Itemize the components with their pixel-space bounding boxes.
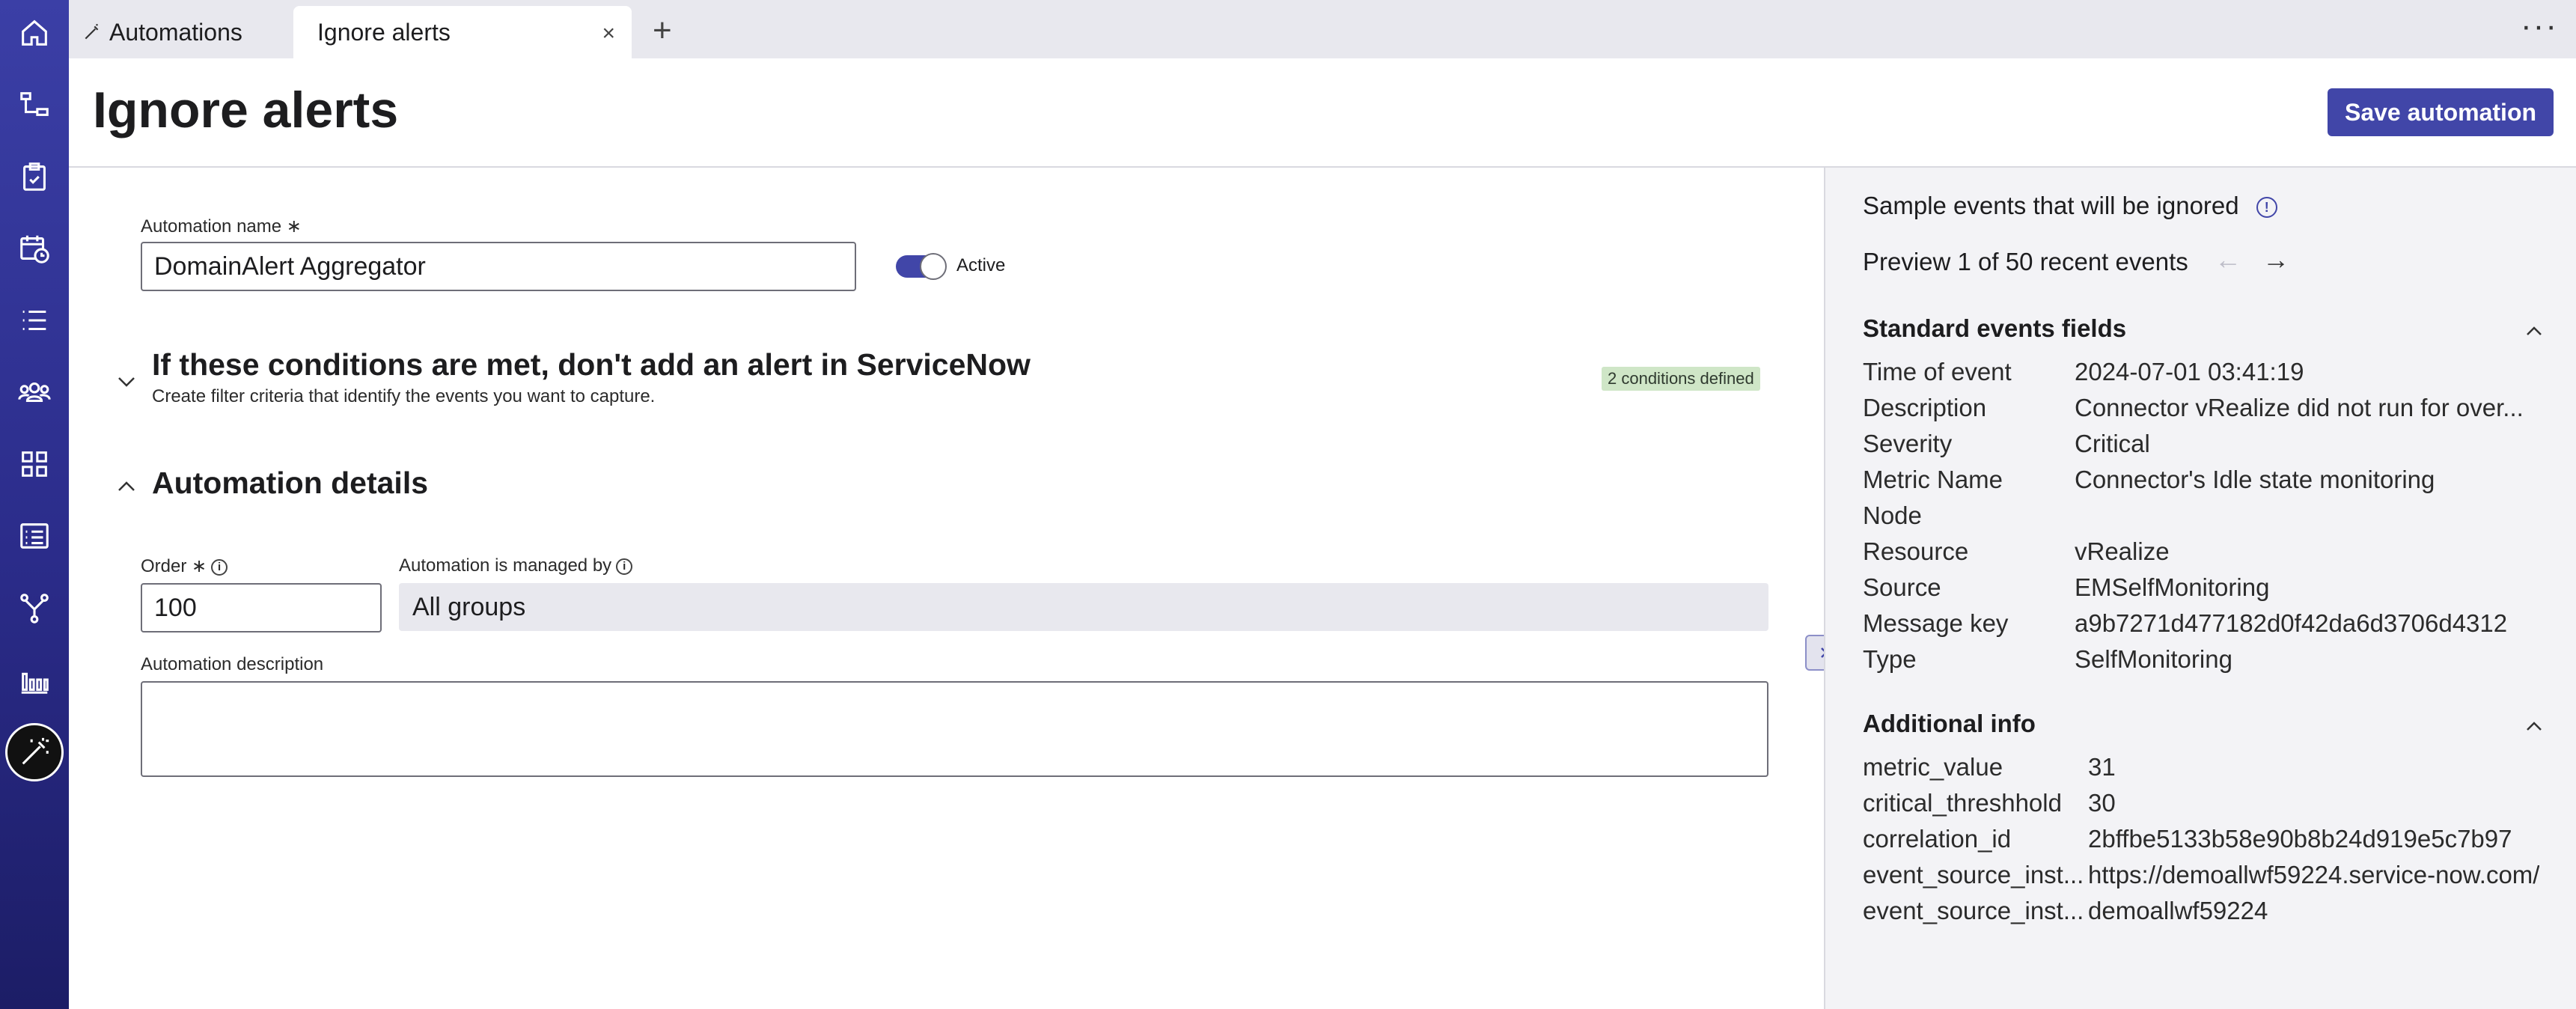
field-key: Message key bbox=[1863, 609, 2009, 637]
tab-automations[interactable]: Automations bbox=[82, 6, 242, 58]
info-icon[interactable]: i bbox=[211, 558, 228, 576]
field-value: vRealize bbox=[2075, 537, 2170, 565]
list-icon[interactable] bbox=[13, 299, 55, 341]
field-value: 31 bbox=[2088, 753, 2116, 781]
field-value: a9b7271d477182d0f42da6d3706d4312 bbox=[2075, 609, 2508, 637]
automation-details-title[interactable]: Automation details bbox=[152, 466, 428, 501]
page-title: Ignore alerts bbox=[93, 82, 399, 138]
field-value: 2024-07-01 03:41:19 bbox=[2075, 358, 2304, 385]
home-icon[interactable] bbox=[13, 12, 55, 54]
field-key: Source bbox=[1863, 573, 1941, 601]
field-value: SelfMonitoring bbox=[2075, 645, 2232, 673]
conditions-subtitle: Create filter criteria that identify the… bbox=[152, 386, 656, 406]
automation-form: Automation name ∗ DomainAlert Aggregator… bbox=[69, 168, 1824, 1009]
clipboard-icon[interactable] bbox=[13, 156, 55, 198]
users-icon[interactable] bbox=[13, 371, 55, 413]
field-key: Type bbox=[1863, 645, 1917, 673]
field-value: EMSelfMonitoring bbox=[2075, 573, 2270, 601]
automation-name-input[interactable]: DomainAlert Aggregator bbox=[141, 242, 856, 291]
save-automation-button[interactable]: Save automation bbox=[2328, 88, 2554, 136]
order-label: Order ∗ i bbox=[141, 555, 228, 577]
wand-icon bbox=[82, 22, 102, 42]
description-textarea[interactable] bbox=[141, 681, 1768, 777]
flow-icon[interactable] bbox=[13, 84, 55, 126]
sample-events-panel: Sample events that will be ignored ! Pre… bbox=[1824, 168, 2576, 1009]
field-value: Critical bbox=[2075, 430, 2150, 457]
left-nav-sidebar bbox=[0, 0, 69, 1009]
field-key: Metric Name bbox=[1863, 466, 2003, 493]
conditions-chevron-down-icon[interactable] bbox=[117, 370, 136, 394]
tab-automations-label: Automations bbox=[109, 18, 242, 46]
field-key: correlation_id bbox=[1863, 825, 2012, 853]
standard-fields-chevron-up-icon[interactable] bbox=[2525, 317, 2543, 343]
tab-bar: Automations Ignore alerts × + ··· bbox=[69, 0, 2576, 58]
active-toggle[interactable] bbox=[896, 253, 947, 280]
conditions-title[interactable]: If these conditions are met, don't add a… bbox=[152, 347, 1031, 382]
field-key: Severity bbox=[1863, 430, 1953, 457]
field-key: Time of event bbox=[1863, 358, 2012, 385]
order-input[interactable]: 100 bbox=[141, 583, 382, 632]
field-value: demoallwf59224 bbox=[2088, 897, 2268, 924]
field-key: event_source_inst... bbox=[1863, 861, 2084, 888]
conditions-count-badge: 2 conditions defined bbox=[1602, 367, 1760, 391]
preview-counter: Preview 1 of 50 recent events bbox=[1863, 248, 2188, 275]
field-key: Resource bbox=[1863, 537, 1969, 565]
toggle-knob bbox=[920, 253, 947, 280]
required-icon: ∗ bbox=[286, 216, 302, 237]
required-icon: ∗ bbox=[192, 556, 207, 576]
calendar-clock-icon[interactable] bbox=[13, 228, 55, 269]
previous-arrow-icon[interactable]: ← bbox=[2215, 244, 2241, 275]
field-value: Connector vRealize did not run for over.… bbox=[2075, 394, 2524, 421]
field-key: Node bbox=[1863, 502, 1922, 529]
field-value: Connector's Idle state monitoring bbox=[2075, 466, 2435, 493]
managed-by-label: Automation is managed by i bbox=[399, 555, 633, 576]
field-key: Description bbox=[1863, 394, 1987, 421]
tab-ignore-alerts[interactable]: Ignore alerts × bbox=[293, 6, 632, 58]
tab-ignore-alerts-label: Ignore alerts bbox=[317, 18, 451, 46]
info-icon[interactable]: i bbox=[616, 558, 633, 575]
automation-name-label: Automation name ∗ bbox=[141, 216, 302, 237]
close-icon[interactable]: × bbox=[602, 21, 615, 46]
grid-icon[interactable] bbox=[13, 443, 55, 485]
description-label: Automation description bbox=[141, 654, 324, 674]
managed-by-select[interactable]: All groups bbox=[399, 583, 1768, 631]
magic-wand-icon[interactable] bbox=[5, 723, 64, 781]
branch-icon[interactable] bbox=[13, 587, 55, 629]
sample-events-title: Sample events that will be ignored ! bbox=[1863, 192, 2277, 220]
bar-chart-icon[interactable] bbox=[13, 659, 55, 701]
field-key: critical_threshhold bbox=[1863, 789, 2062, 817]
active-label: Active bbox=[956, 255, 1006, 275]
field-value: 30 bbox=[2088, 789, 2116, 817]
field-key: event_source_inst... bbox=[1863, 897, 2084, 924]
report-icon[interactable] bbox=[13, 515, 55, 557]
more-options-icon[interactable]: ··· bbox=[2521, 7, 2558, 45]
next-arrow-icon[interactable]: → bbox=[2262, 244, 2289, 275]
field-value: https://demoallwf59224.service-now.com/ bbox=[2088, 861, 2540, 888]
details-chevron-up-icon[interactable] bbox=[117, 475, 136, 499]
standard-fields-title[interactable]: Standard events fields bbox=[1863, 314, 2126, 343]
additional-info-title[interactable]: Additional info bbox=[1863, 710, 2036, 738]
additional-info-chevron-up-icon[interactable] bbox=[2525, 713, 2543, 738]
page-header: Ignore alerts Save automation bbox=[69, 58, 2576, 168]
field-key: metric_value bbox=[1863, 753, 2003, 781]
add-tab-icon[interactable]: + bbox=[653, 12, 672, 49]
info-icon[interactable]: ! bbox=[2256, 197, 2277, 219]
field-value: 2bffbe5133b58e90b8b24d919e5c7b97 bbox=[2088, 825, 2512, 853]
